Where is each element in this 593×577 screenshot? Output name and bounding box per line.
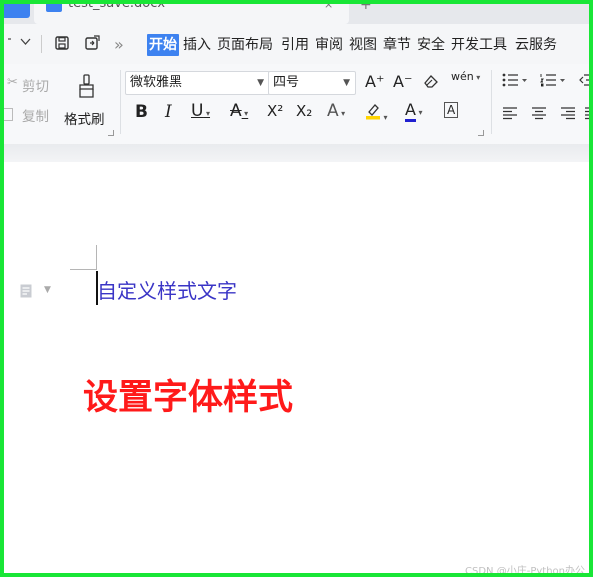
format-painter-label: 格式刷 — [64, 112, 105, 128]
shrink-font-button[interactable]: A⁻ — [393, 72, 412, 91]
clear-format-icon[interactable] — [422, 73, 440, 93]
new-tab-icon[interactable]: + — [360, 4, 372, 13]
tab-insert[interactable]: 插入 — [183, 34, 211, 56]
font-style-heading[interactable]: 设置字体样式 — [83, 369, 293, 420]
scissors-icon: ✂ — [7, 75, 18, 90]
subscript-button[interactable]: X₂ — [296, 102, 312, 120]
watermark: CSDN @小庄-Python办公 — [465, 566, 585, 577]
copy-button[interactable]: 复制 — [4, 104, 56, 126]
tab-review[interactable]: 审阅 — [315, 34, 343, 56]
clipboard-dialog-launcher[interactable] — [108, 130, 114, 136]
tab-view[interactable]: 视图 — [349, 34, 377, 56]
italic-button[interactable]: I — [165, 102, 172, 122]
strikethrough-button[interactable]: A ▾ — [230, 101, 248, 121]
paragraph-layout-icon[interactable] — [20, 283, 32, 298]
close-icon[interactable]: × — [324, 4, 333, 11]
margin-corner-mark — [70, 269, 97, 270]
text-effect-button[interactable]: A ▾ — [327, 101, 345, 121]
font-color-label: A — [405, 100, 416, 122]
document-canvas[interactable]: ▼ 自定义样式文字 设置字体样式 CSDN @小庄-Python办公 — [4, 162, 589, 577]
chevron-down-icon: ▼ — [343, 78, 350, 88]
font-name-value: 微软雅黑 — [130, 75, 183, 90]
bold-button[interactable]: B — [135, 102, 148, 122]
decrease-indent-button[interactable] — [579, 73, 589, 91]
ruler-area — [4, 144, 589, 162]
export-icon[interactable] — [83, 34, 101, 52]
cut-button[interactable]: ✂ 剪切 — [4, 74, 56, 96]
format-painter-button[interactable]: 格式刷 — [62, 70, 112, 130]
pinyin-label: wén — [451, 70, 474, 83]
font-size-value: 四号 — [273, 75, 300, 90]
save-icon[interactable] — [53, 34, 71, 52]
justify-button[interactable] — [585, 107, 589, 124]
tab-cloud-services[interactable]: 云服务 — [515, 34, 557, 56]
pinyin-guide-button[interactable]: wén ▾ — [451, 70, 480, 83]
ribbon: ✂ 剪切 复制 格式刷 微软雅黑 ▼ 四号 ▼ A⁺ A⁻ wén ▾ B I … — [4, 64, 589, 186]
tab-references[interactable]: 引用 — [281, 34, 309, 56]
file-menu-chevron-icon[interactable] — [8, 36, 34, 51]
tab-page-layout[interactable]: 页面布局 — [217, 34, 273, 56]
menu-bar: » 开始 插入 页面布局 引用 审阅 视图 章节 安全 开发工具 云服务 — [4, 24, 589, 64]
highlight-button[interactable]: ▾ — [365, 102, 388, 124]
document-tab[interactable]: test_save.docx × — [34, 4, 349, 24]
font-name-select[interactable]: 微软雅黑 ▼ — [125, 71, 270, 95]
document-icon — [46, 4, 62, 12]
align-center-button[interactable] — [532, 107, 546, 124]
custom-style-paragraph[interactable]: 自定义样式文字 — [97, 275, 237, 304]
align-left-button[interactable] — [503, 107, 517, 124]
cut-label: 剪切 — [22, 79, 49, 95]
brush-icon — [77, 74, 97, 102]
underline-label: U — [191, 101, 204, 121]
strikethrough-label: A — [230, 101, 242, 121]
highlighter-icon — [365, 102, 381, 120]
grow-font-button[interactable]: A⁺ — [365, 72, 384, 91]
tab-developer[interactable]: 开发工具 — [451, 34, 507, 56]
margin-corner-mark — [96, 245, 97, 270]
menu-divider — [41, 35, 42, 53]
chevron-down-icon[interactable]: ▼ — [44, 285, 51, 295]
ribbon-divider — [491, 70, 492, 134]
font-dialog-launcher[interactable] — [478, 130, 484, 136]
tab-chapter[interactable]: 章节 — [383, 34, 411, 56]
tab-security[interactable]: 安全 — [417, 34, 445, 56]
app-window: test_save.docx × + » 开始 插入 页面布局 引用 审阅 视图… — [0, 0, 593, 577]
copy-label: 复制 — [22, 109, 49, 125]
align-right-button[interactable] — [561, 107, 575, 124]
chevron-down-icon: ▼ — [257, 78, 264, 88]
numbered-list-button[interactable] — [540, 73, 566, 91]
text-effect-label: A — [327, 101, 339, 121]
font-size-select[interactable]: 四号 ▼ — [268, 71, 356, 95]
home-tab[interactable] — [4, 4, 30, 18]
underline-button[interactable]: U ▾ — [191, 101, 210, 121]
tab-home[interactable]: 开始 — [147, 34, 179, 56]
ribbon-divider — [120, 70, 121, 134]
tab-strip: test_save.docx × + — [4, 4, 589, 24]
font-color-button[interactable]: A ▾ — [405, 100, 423, 122]
superscript-button[interactable]: X² — [267, 102, 283, 120]
document-tab-title: test_save.docx — [68, 0, 166, 10]
more-commands-icon[interactable]: » — [114, 34, 124, 56]
character-border-button[interactable]: A — [444, 102, 459, 118]
bullet-list-button[interactable] — [502, 73, 528, 91]
copy-icon — [4, 108, 13, 121]
